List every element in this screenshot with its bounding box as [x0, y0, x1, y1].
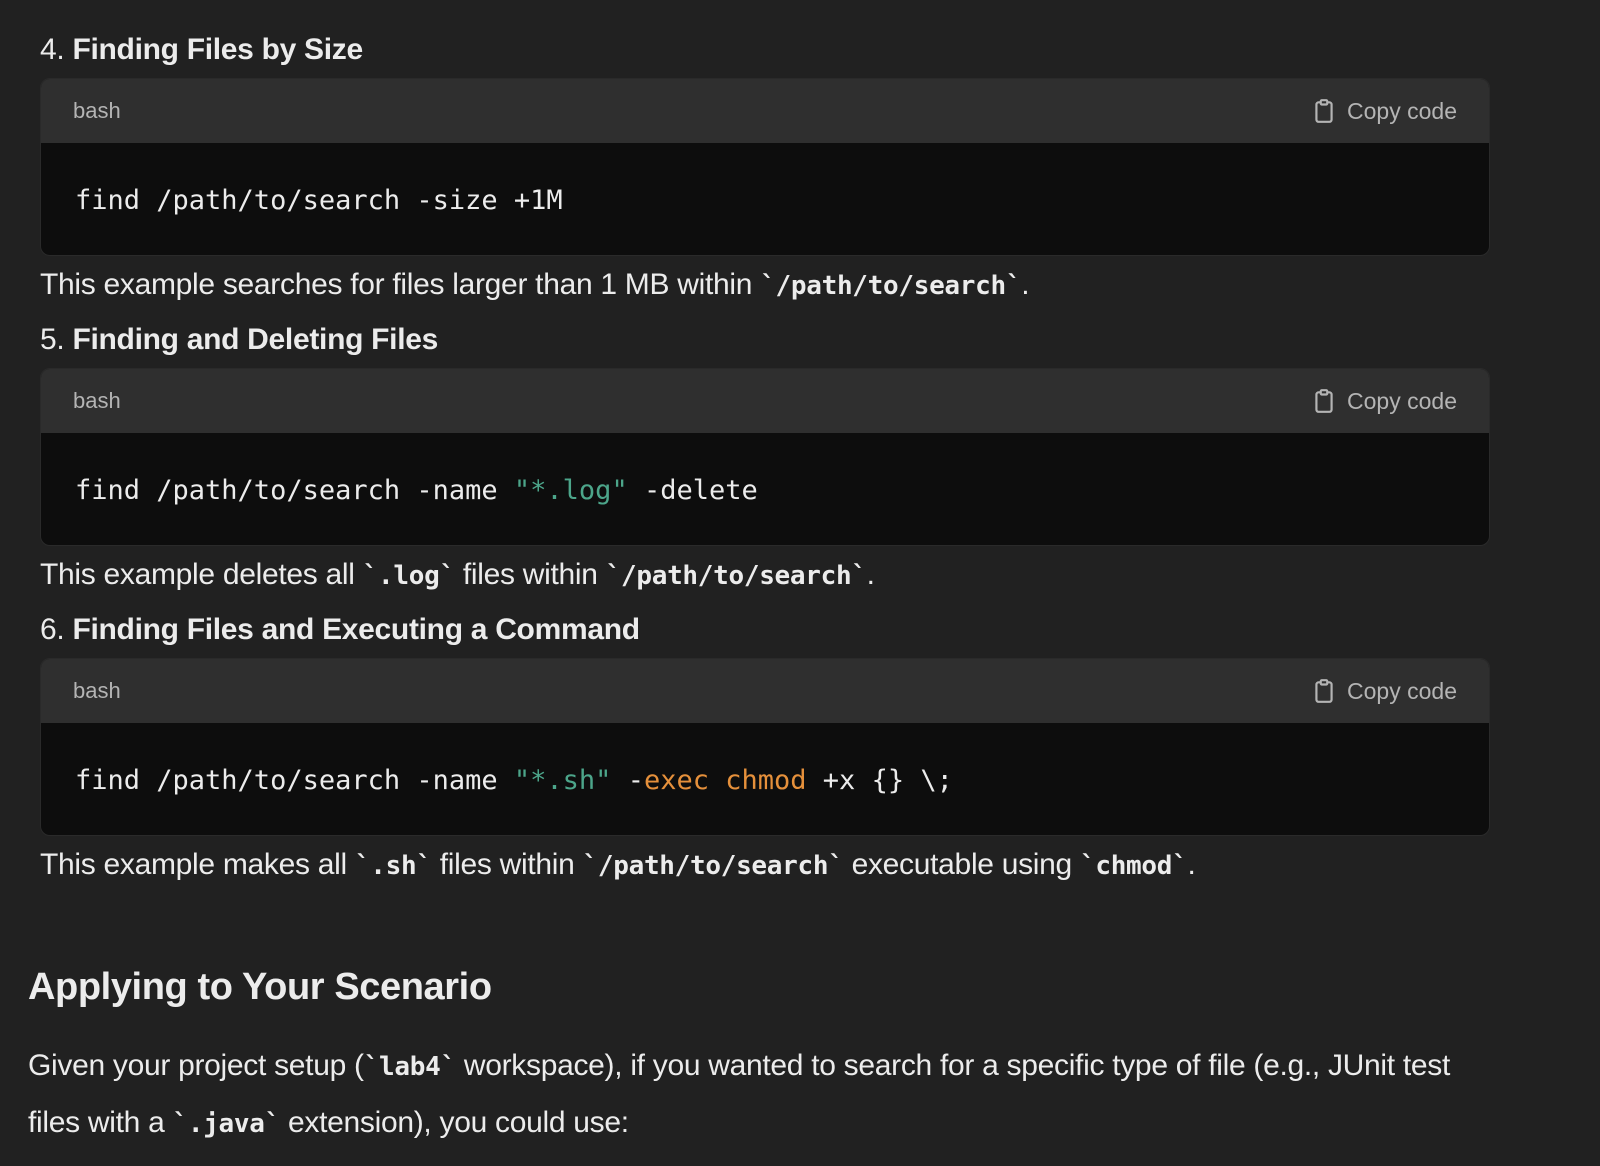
code-keyword-token: exec — [643, 764, 709, 796]
inline-code: `/path/to/search` — [582, 851, 844, 881]
inline-code: `chmod` — [1079, 851, 1188, 881]
code-token: - — [611, 764, 644, 796]
copy-code-label: Copy code — [1347, 97, 1457, 124]
code-header: bash Copy code — [41, 659, 1489, 723]
code-language-label: bash — [73, 98, 121, 123]
step-description: This example makes all `.sh` files withi… — [40, 847, 1196, 884]
step-heading-6: 6. Finding Files and Executing a Command — [40, 612, 640, 648]
text-segment: This example deletes all — [40, 558, 363, 591]
step-description: This example deletes all `.log` files wi… — [40, 557, 875, 594]
text-segment: files within — [431, 848, 583, 881]
clipboard-icon — [1315, 679, 1333, 703]
text-segment: . — [1021, 268, 1030, 301]
text-segment: Given your project setup ( — [28, 1049, 364, 1082]
text-segment: . — [866, 558, 875, 591]
code-keyword-token: chmod — [725, 764, 807, 796]
code-content[interactable]: find /path/to/search -size +1M — [41, 143, 1489, 255]
inline-code: `.java` — [172, 1109, 281, 1139]
code-header: bash Copy code — [41, 369, 1489, 433]
copy-code-button[interactable]: Copy code — [1311, 98, 1457, 125]
text-segment: This example searches for files larger t… — [40, 268, 761, 301]
inline-code: `.sh` — [354, 851, 432, 881]
code-block-5: bash Copy code find /path/to/search -nam… — [40, 368, 1490, 546]
step-description: This example searches for files larger t… — [40, 267, 1030, 304]
copy-code-button[interactable]: Copy code — [1311, 388, 1457, 415]
step-title: Finding Files by Size — [72, 33, 363, 66]
copy-code-label: Copy code — [1347, 387, 1457, 414]
code-block-4: bash Copy code find /path/to/search -siz… — [40, 78, 1490, 256]
code-header: bash Copy code — [41, 79, 1489, 143]
text-segment: extension), you could use: — [279, 1106, 629, 1139]
copy-code-label: Copy code — [1347, 677, 1457, 704]
code-string-token: "*.sh" — [513, 764, 612, 796]
step-number: 5. — [40, 323, 65, 356]
inline-code: `/path/to/search` — [760, 271, 1022, 301]
step-heading-5: 5. Finding and Deleting Files — [40, 322, 438, 358]
step-number: 4. — [40, 33, 65, 66]
code-language-label: bash — [73, 678, 121, 703]
copy-code-button[interactable]: Copy code — [1311, 678, 1457, 705]
inline-code: `/path/to/search` — [605, 561, 867, 591]
code-token: -delete — [627, 474, 758, 506]
text-segment: files within — [454, 558, 606, 591]
code-token: find /path/to/search -size +1M — [75, 184, 563, 216]
text-segment: This example makes all — [40, 848, 355, 881]
step-title: Finding Files and Executing a Command — [72, 613, 640, 646]
inline-code: `lab4` — [363, 1052, 456, 1082]
code-token: find /path/to/search -name — [75, 474, 514, 506]
code-token: find /path/to/search -name — [75, 764, 514, 796]
step-number: 6. — [40, 613, 65, 646]
code-string-token: "*.log" — [513, 474, 628, 506]
step-title: Finding and Deleting Files — [72, 323, 439, 356]
inline-code: `.log` — [362, 561, 455, 591]
code-token: +x {} \; — [806, 764, 953, 796]
section-paragraph: Given your project setup (`lab4` workspa… — [28, 1038, 1468, 1152]
code-content[interactable]: find /path/to/search -name "*.log" -dele… — [41, 433, 1489, 545]
section-title: Applying to Your Scenario — [28, 966, 492, 1008]
clipboard-icon — [1315, 99, 1333, 123]
code-content[interactable]: find /path/to/search -name "*.sh" - exec … — [41, 723, 1489, 835]
text-segment: executable using — [843, 848, 1080, 881]
clipboard-icon — [1315, 389, 1333, 413]
step-heading-4: 4. Finding Files by Size — [40, 32, 363, 68]
code-language-label: bash — [73, 388, 121, 413]
code-block-6: bash Copy code find /path/to/search -nam… — [40, 658, 1490, 836]
text-segment: . — [1187, 848, 1196, 881]
